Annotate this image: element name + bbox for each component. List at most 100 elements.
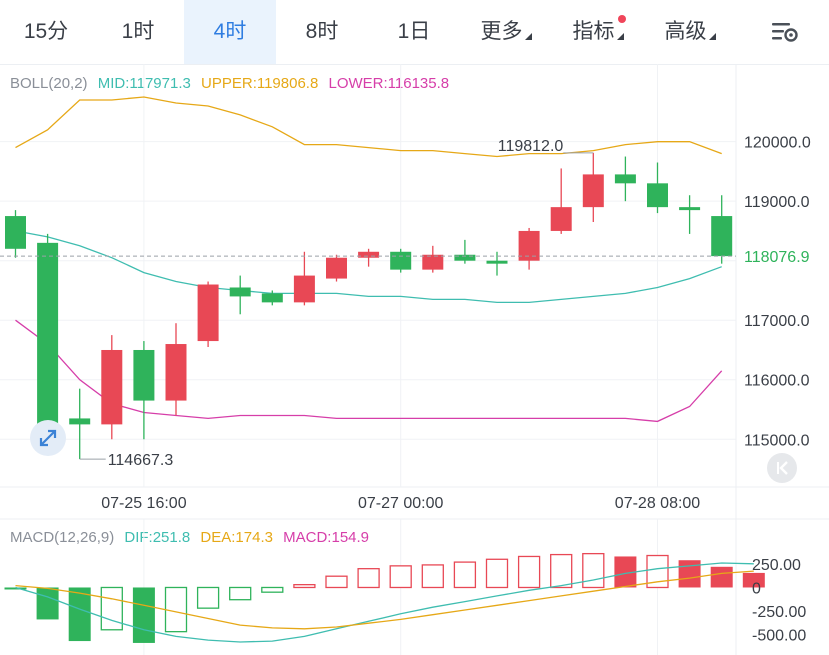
- macd-bar: [678, 560, 701, 588]
- macd-bar: [4, 587, 27, 590]
- dropdown-caret-icon: [616, 33, 624, 40]
- tab-more-label: 更多: [480, 20, 523, 43]
- candle-body: [582, 174, 604, 208]
- macd-bar: [36, 587, 59, 620]
- macd-bar: [164, 586, 188, 633]
- candle-body: [358, 251, 380, 258]
- high-price-label: 119812.0: [498, 138, 564, 155]
- macd-legend: MACD(12,26,9) DIF:251.8 DEA:174.3 MACD:1…: [10, 529, 375, 546]
- candle-body: [133, 349, 155, 401]
- boll-lower-line: [15, 319, 723, 423]
- candle-body: [229, 287, 251, 297]
- dropdown-caret-icon: [708, 33, 716, 40]
- macd-bar: [453, 561, 477, 589]
- skip-back-icon: [777, 461, 788, 475]
- macd-bar: [646, 554, 669, 589]
- boll-lower: LOWER:116135.8: [328, 75, 450, 92]
- macd-bar: [485, 558, 509, 589]
- macd-dea-line: [15, 570, 754, 630]
- candle-body: [486, 260, 508, 264]
- boll-mid-line: [15, 230, 722, 304]
- candle-body: [679, 207, 701, 211]
- candle-body: [197, 284, 219, 342]
- boll-mid: MID:117971.3: [97, 75, 191, 92]
- macd-dif-line: [15, 562, 754, 643]
- macd-bar: [261, 586, 284, 593]
- price-tick-label: 118000.0: [744, 254, 810, 271]
- timeframe-tabs: 15分 1时 4时 8时 1日 更多 指标 高级: [0, 0, 829, 65]
- low-price-label: 114667.3: [108, 452, 174, 469]
- macd-bar: [229, 586, 252, 601]
- macd-tick-label: 250.00: [752, 557, 801, 574]
- current-price-tag: [737, 244, 829, 269]
- tab-4h[interactable]: 4时: [184, 0, 276, 64]
- notification-dot-icon: [618, 15, 626, 23]
- candle-body: [326, 257, 347, 279]
- macd-value: MACD:154.9: [283, 529, 370, 546]
- macd-bar: [517, 555, 541, 589]
- macd-dea: DEA:174.3: [200, 529, 273, 546]
- price-tick-label: 120000.0: [744, 135, 811, 152]
- macd-bar: [325, 575, 348, 589]
- macd-bar: [614, 556, 637, 588]
- candle-body: [614, 174, 636, 184]
- price-tick-label: 119000.0: [744, 194, 810, 211]
- boll-name: BOLL(20,2): [10, 75, 88, 92]
- candle-body: [165, 344, 187, 401]
- tab-8h[interactable]: 8时: [276, 0, 368, 64]
- current-price-label: 118076.9: [744, 249, 810, 266]
- candle-body: [261, 293, 283, 303]
- macd-tick-label: -500.00: [752, 627, 806, 644]
- tab-indicators[interactable]: 指标: [552, 0, 644, 64]
- tab-1d[interactable]: 1日: [368, 0, 460, 64]
- candle-body: [454, 254, 476, 261]
- boll-upper-line: [15, 96, 722, 158]
- candle-body: [518, 230, 540, 261]
- macd-bar: [389, 565, 412, 589]
- price-chart[interactable]: 120000.0 119000.0 118000.0 117000.0 116000.0…: [0, 0, 829, 655]
- price-tick-label: 116000.0: [744, 373, 810, 390]
- expand-chart-button[interactable]: [30, 420, 66, 456]
- chart-settings-icon: [772, 23, 798, 43]
- macd-bar: [710, 566, 733, 588]
- macd-bar: [421, 564, 444, 589]
- dropdown-caret-icon: [524, 33, 532, 40]
- macd-tick-label: -250.00: [752, 604, 806, 621]
- macd-bar: [100, 586, 123, 631]
- candle-body: [711, 216, 733, 257]
- tab-advanced[interactable]: 高级: [644, 0, 736, 64]
- macd-bar: [550, 553, 573, 589]
- macd-bar: [582, 552, 605, 589]
- macd-bar: [357, 568, 380, 589]
- candle-body: [5, 216, 26, 249]
- time-tick-label: 07-28 08:00: [615, 495, 701, 512]
- tab-advanced-label: 高级: [664, 20, 707, 43]
- candle-body: [293, 275, 315, 303]
- boll-upper: UPPER:119806.8: [201, 75, 319, 92]
- expand-icon: [39, 429, 57, 447]
- tab-indicators-label: 指标: [572, 20, 615, 43]
- candle-body: [647, 183, 668, 208]
- candle-body: [69, 418, 91, 425]
- tab-1h[interactable]: 1时: [92, 0, 184, 64]
- time-tick-label: 07-25 16:00: [101, 495, 187, 512]
- time-tick-label: 07-27 00:00: [358, 495, 444, 512]
- macd-bar: [132, 587, 155, 643]
- price-tick-label: 117000.0: [744, 313, 810, 330]
- tab-more[interactable]: 更多: [460, 0, 552, 64]
- macd-bar: [68, 587, 91, 642]
- macd-bar: [196, 586, 220, 609]
- candle-body: [390, 251, 412, 270]
- candle-body: [422, 254, 444, 270]
- scroll-to-latest-button[interactable]: [767, 453, 797, 483]
- macd-dif: DIF:251.8: [124, 529, 191, 546]
- boll-legend: BOLL(20,2) MID:117971.3 UPPER:119806.8 L…: [10, 75, 455, 92]
- macd-tick-label: 0: [752, 580, 761, 597]
- price-tick-label: 115000.0: [744, 432, 810, 449]
- candle-body: [37, 242, 59, 425]
- macd-bar: [742, 572, 765, 588]
- candle-body: [101, 349, 123, 425]
- tab-15m[interactable]: 15分: [0, 0, 92, 64]
- candle-body: [550, 207, 572, 231]
- chart-settings-button[interactable]: [750, 0, 820, 64]
